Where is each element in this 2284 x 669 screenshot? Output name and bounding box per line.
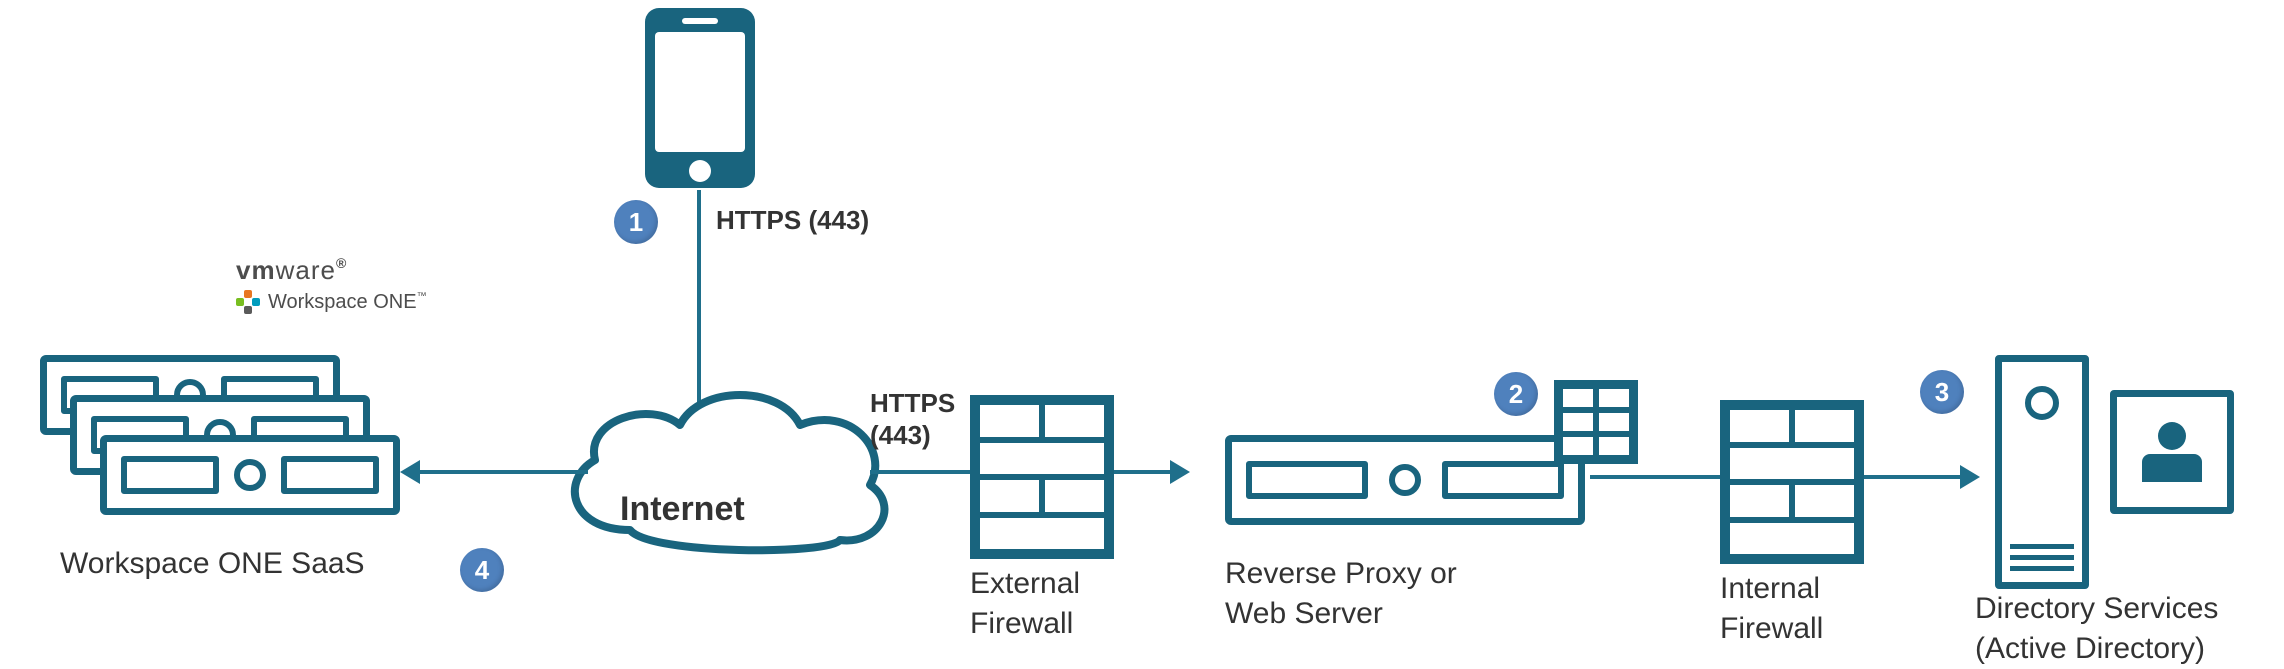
saas-label: Workspace ONE SaaS [60,545,365,583]
int-fw-label-2: Firewall [1720,610,1823,648]
host-firewall-icon [1554,380,1638,464]
directory-server-icon [1995,355,2089,589]
mobile-device-icon [645,8,755,188]
saas-server-front [100,435,400,515]
revproxy-label-1: Reverse Proxy or [1225,555,1457,593]
dir-label-2: (Active Directory) [1975,630,2205,668]
workspace-one-text: Workspace ONE™ [268,291,427,314]
dir-label-1: Directory Services [1975,590,2218,628]
cloud-label: Internet [620,490,745,529]
vmware-wordmark: vmware® [236,255,427,286]
vmware-strong: vm [236,255,276,285]
revproxy-label-2: Web Server [1225,595,1383,633]
reverse-proxy-server-icon [1225,435,1585,525]
proto-cloud-fw-2: (443) [870,420,931,451]
arrowhead-cloud-extfw [1170,460,1190,484]
badge-3: 3 [1920,370,1964,414]
user-card-icon [2110,390,2234,514]
badge-1: 1 [614,200,658,244]
workspace-one-icon [236,290,260,314]
proto-phone-internet: HTTPS (443) [716,205,869,236]
cloud-icon [540,370,910,575]
external-firewall-icon [970,395,1114,559]
link-cloud-saas [420,470,588,474]
internal-firewall-icon [1720,400,1864,564]
vmware-logo: vmware® Workspace ONE™ [236,255,427,314]
ext-fw-label-2: Firewall [970,605,1073,643]
int-fw-label-1: Internal [1720,570,1820,608]
workspace-one-line: Workspace ONE™ [236,290,427,314]
ext-fw-label-1: External [970,565,1080,603]
badge-4: 4 [460,548,504,592]
badge-2: 2 [1494,372,1538,416]
registered-mark: ® [336,255,347,271]
arrowhead-cloud-saas [400,460,420,484]
vmware-light: ware [276,255,336,285]
proto-cloud-fw-1: HTTPS [870,388,955,419]
arrowhead-revproxy-dir [1960,465,1980,489]
